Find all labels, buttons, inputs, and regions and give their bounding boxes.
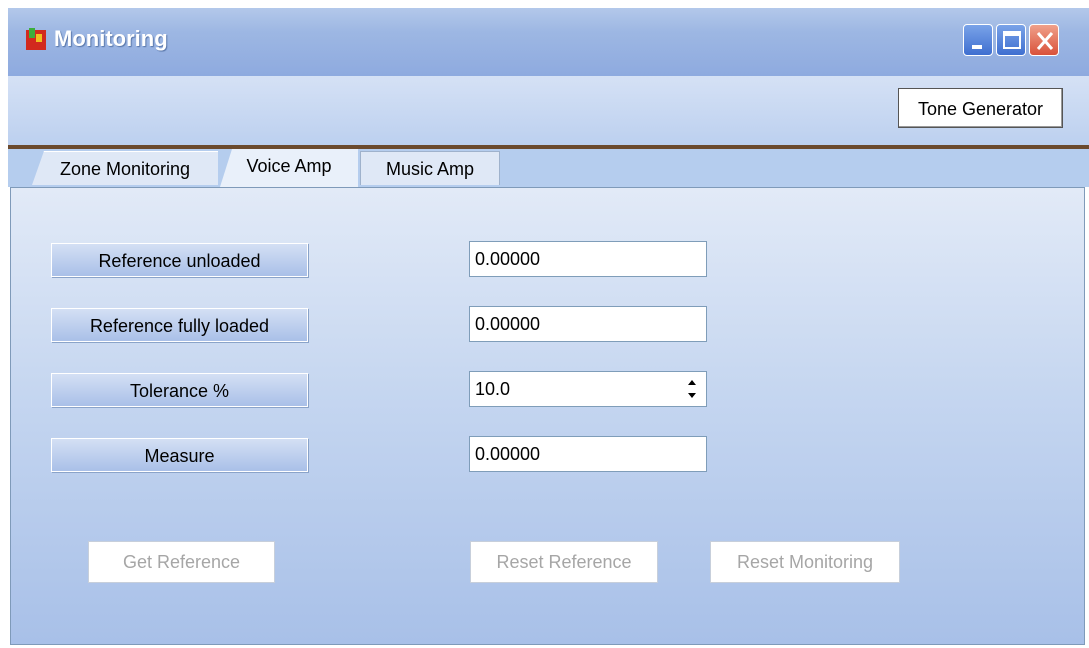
minimize-icon [972,45,982,49]
toolbar: Tone Generator [8,76,1089,146]
reference-fully-loaded-field[interactable]: 0.00000 [469,306,707,342]
reset-reference-button[interactable]: Reset Reference [470,541,658,583]
reference-unloaded-field[interactable]: 0.00000 [469,241,707,277]
measure-field[interactable]: 0.00000 [469,436,707,472]
spin-down-icon[interactable] [684,389,700,403]
maximize-button[interactable] [996,24,1026,56]
title-bar[interactable]: Monitoring [8,8,1089,76]
close-icon [1036,32,1054,50]
app-icon [26,28,46,50]
maximize-icon [1003,31,1021,49]
reference-unloaded-label: Reference unloaded [51,243,308,277]
minimize-button[interactable] [963,24,993,56]
tab-music-amp[interactable]: Music Amp [360,151,500,185]
tolerance-label: Tolerance % [51,373,308,407]
tab-strip: Zone Monitoring Voice Amp Music Amp [8,149,1089,187]
tolerance-value: 10.0 [475,379,511,399]
monitoring-window: Monitoring Tone Generator Zone Monitorin… [8,8,1089,648]
tab-voice-amp[interactable]: Voice Amp [220,149,358,187]
spin-up-icon[interactable] [684,375,700,389]
get-reference-button[interactable]: Get Reference [88,541,275,583]
measure-label: Measure [51,438,308,472]
reference-fully-loaded-label: Reference fully loaded [51,308,308,342]
reset-monitoring-button[interactable]: Reset Monitoring [710,541,900,583]
tone-generator-button[interactable]: Tone Generator [898,88,1063,128]
close-button[interactable] [1029,24,1059,56]
window-title: Monitoring [54,26,168,51]
tolerance-stepper[interactable]: 10.0 [469,371,707,407]
tab-zone-monitoring[interactable]: Zone Monitoring [32,151,218,185]
